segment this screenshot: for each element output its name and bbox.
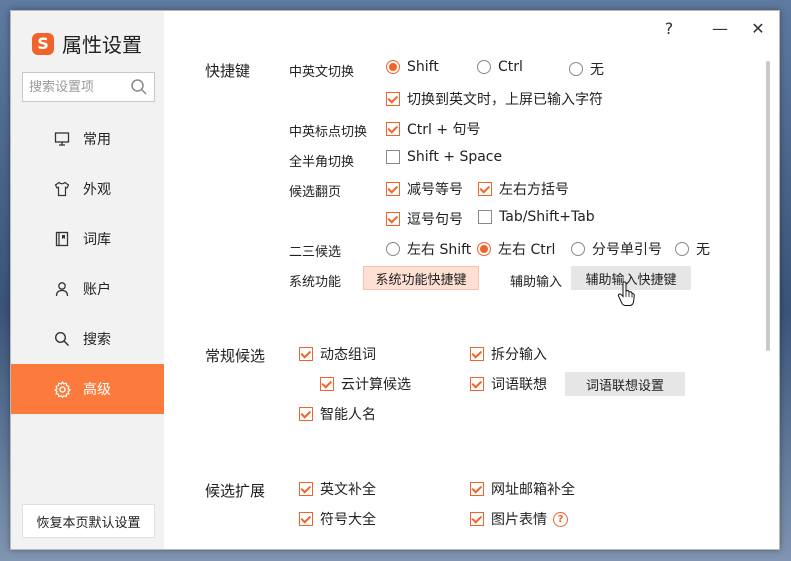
checkbox-unchecked-icon bbox=[386, 150, 400, 164]
sidebar-item-account[interactable]: 账户 bbox=[11, 264, 164, 314]
search-icon bbox=[53, 330, 71, 348]
label-fullhalf-switch: 全半角切换 bbox=[289, 155, 355, 170]
reset-defaults-button[interactable]: 恢复本页默认设置 bbox=[22, 504, 155, 538]
section-title-shortcuts: 快捷键 bbox=[205, 62, 251, 80]
checkbox-checked-icon bbox=[299, 407, 313, 421]
checkbox-symbols[interactable]: 符号大全 bbox=[299, 509, 376, 529]
checkbox-cloud-candidate[interactable]: 云计算候选 bbox=[320, 374, 411, 394]
checkbox-smart-names[interactable]: 智能人名 bbox=[299, 404, 376, 424]
checkbox-checked-icon bbox=[386, 92, 400, 106]
checkbox-checked-icon bbox=[386, 122, 400, 136]
radio-left-right-shift[interactable]: 左右 Shift bbox=[386, 239, 471, 259]
label-punct-switch: 中英标点切换 bbox=[289, 125, 368, 140]
checkbox-commit-on-switch[interactable]: 切换到英文时，上屏已输入字符 bbox=[386, 89, 603, 109]
hand-cursor-icon bbox=[617, 281, 635, 306]
radio-checked-icon bbox=[477, 242, 491, 256]
radio-cn-en-shift[interactable]: Shift bbox=[386, 59, 439, 75]
checkbox-checked-icon bbox=[320, 377, 334, 391]
radio-unchecked-icon bbox=[386, 242, 400, 256]
sidebar-nav: 常用 外观 词库 账户 搜索 高级 bbox=[11, 114, 164, 414]
help-circle-icon[interactable]: ? bbox=[553, 511, 568, 527]
sidebar-item-label: 外观 bbox=[83, 182, 111, 198]
radio-unchecked-icon bbox=[675, 242, 689, 256]
label-cn-en-switch: 中英文切换 bbox=[289, 65, 355, 80]
section-title-candidates: 常规候选 bbox=[205, 347, 266, 365]
checkbox-tab-shift-tab[interactable]: Tab/Shift+Tab bbox=[478, 209, 595, 225]
checkbox-image-emoji[interactable]: 图片表情? bbox=[470, 509, 568, 529]
radio-none[interactable]: 无 bbox=[675, 239, 710, 259]
checkbox-unchecked-icon bbox=[478, 210, 492, 224]
radio-checked-icon bbox=[386, 60, 400, 74]
gear-icon bbox=[53, 380, 71, 398]
app-title: S 属性设置 bbox=[32, 29, 142, 58]
checkbox-checked-icon bbox=[470, 377, 484, 391]
label-second-third-candidate: 二三候选 bbox=[289, 245, 342, 260]
system-shortcuts-button[interactable]: 系统功能快捷键 bbox=[363, 266, 479, 290]
sidebar: S 属性设置 常用 外观 bbox=[11, 11, 164, 549]
sidebar-item-search[interactable]: 搜索 bbox=[11, 314, 164, 364]
book-icon bbox=[53, 230, 71, 248]
label-assist-input: 辅助输入 bbox=[510, 275, 563, 290]
checkbox-comma-period[interactable]: 逗号句号 bbox=[386, 209, 463, 229]
sidebar-item-label: 账户 bbox=[83, 282, 111, 298]
checkbox-checked-icon bbox=[386, 182, 400, 196]
checkbox-checked-icon bbox=[478, 182, 492, 196]
scrollbar[interactable] bbox=[766, 61, 770, 351]
checkbox-checked-icon bbox=[299, 482, 313, 496]
sidebar-item-label: 常用 bbox=[83, 132, 111, 148]
radio-cn-en-none[interactable]: 无 bbox=[569, 59, 604, 79]
checkbox-word-association[interactable]: 词语联想 bbox=[470, 374, 547, 394]
search-icon[interactable] bbox=[130, 78, 148, 96]
section-title-extension: 候选扩展 bbox=[205, 482, 266, 500]
settings-window: S 属性设置 常用 外观 bbox=[10, 10, 780, 550]
sidebar-item-label: 高级 bbox=[83, 382, 111, 398]
checkbox-minus-equal[interactable]: 减号等号 bbox=[386, 179, 463, 199]
monitor-icon bbox=[53, 130, 71, 148]
checkbox-checked-icon bbox=[299, 347, 313, 361]
checkbox-checked-icon bbox=[299, 512, 313, 526]
checkbox-ctrl-period[interactable]: Ctrl + 句号 bbox=[386, 119, 481, 139]
radio-unchecked-icon bbox=[569, 62, 583, 76]
user-icon bbox=[53, 280, 71, 298]
checkbox-brackets[interactable]: 左右方括号 bbox=[478, 179, 569, 199]
label-candidate-paging: 候选翻页 bbox=[289, 185, 342, 200]
radio-unchecked-icon bbox=[571, 242, 585, 256]
radio-unchecked-icon bbox=[477, 60, 491, 74]
radio-semicolon-quote[interactable]: 分号单引号 bbox=[571, 239, 662, 259]
checkbox-checked-icon bbox=[470, 482, 484, 496]
sidebar-item-common[interactable]: 常用 bbox=[11, 114, 164, 164]
search-input[interactable] bbox=[29, 79, 125, 95]
checkbox-checked-icon bbox=[470, 347, 484, 361]
settings-search[interactable] bbox=[22, 72, 155, 102]
sidebar-item-label: 搜索 bbox=[83, 332, 111, 348]
checkbox-split-input[interactable]: 拆分输入 bbox=[470, 344, 547, 364]
label-system-function: 系统功能 bbox=[289, 275, 342, 290]
sidebar-item-label: 词库 bbox=[83, 232, 111, 248]
settings-content: 快捷键 中英文切换 Shift Ctrl 无 切换到英文时，上屏已输入字符 中英… bbox=[164, 11, 779, 549]
sogou-logo-icon: S bbox=[32, 32, 54, 55]
word-association-settings-button[interactable]: 词语联想设置 bbox=[565, 372, 685, 396]
sidebar-item-appearance[interactable]: 外观 bbox=[11, 164, 164, 214]
checkbox-checked-icon bbox=[386, 212, 400, 226]
checkbox-shift-space[interactable]: Shift + Space bbox=[386, 149, 502, 165]
radio-left-right-ctrl[interactable]: 左右 Ctrl bbox=[477, 239, 555, 259]
checkbox-checked-icon bbox=[470, 512, 484, 526]
sidebar-item-dictionary[interactable]: 词库 bbox=[11, 214, 164, 264]
checkbox-url-email-completion[interactable]: 网址邮箱补全 bbox=[470, 479, 575, 499]
sidebar-item-advanced[interactable]: 高级 bbox=[11, 364, 164, 414]
shirt-icon bbox=[53, 180, 71, 198]
checkbox-english-completion[interactable]: 英文补全 bbox=[299, 479, 376, 499]
checkbox-dynamic-phrase[interactable]: 动态组词 bbox=[299, 344, 376, 364]
radio-cn-en-ctrl[interactable]: Ctrl bbox=[477, 59, 523, 75]
app-title-text: 属性设置 bbox=[62, 33, 142, 57]
